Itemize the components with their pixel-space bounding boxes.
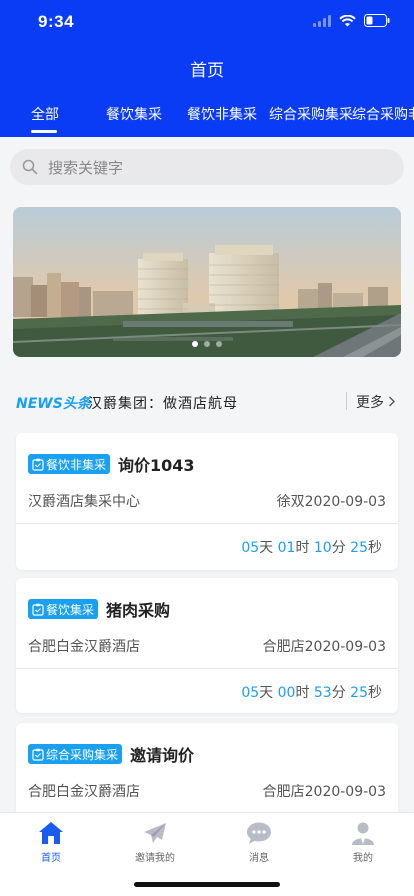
search-placeholder: 搜索关键字 <box>48 158 124 177</box>
clipboard-icon <box>32 603 44 616</box>
clipboard-icon <box>32 458 44 471</box>
card-organization: 合肥白金汉爵酒店 <box>28 784 140 800</box>
card-meta: 合肥店2020-09-03 <box>262 784 386 800</box>
carousel-dot[interactable] <box>204 341 210 347</box>
card-meta: 合肥店2020-09-03 <box>262 639 386 655</box>
status-icons <box>313 14 390 27</box>
card-header: 餐饮集采 猪肉采购 <box>28 597 170 621</box>
clipboard-icon <box>32 748 44 761</box>
card-info-row: 汉爵酒店集采中心 徐双2020-09-03 <box>28 491 386 511</box>
card-header: 综合采购集采 邀请询价 <box>28 742 194 766</box>
chevron-right-icon <box>389 396 396 407</box>
search-bar[interactable]: 搜索关键字 <box>10 149 404 185</box>
countdown-timer: 05天 01时 10分 25秒 <box>241 540 382 556</box>
tabbar-label: 消息 <box>249 853 269 864</box>
card-meta: 徐双2020-09-03 <box>276 494 386 510</box>
paper-plane-icon <box>144 823 166 843</box>
card-info-row: 合肥白金汉爵酒店 合肥店2020-09-03 <box>28 781 386 801</box>
wifi-icon <box>339 14 356 26</box>
card-divider <box>16 523 398 524</box>
news-more-link[interactable]: 更多 <box>356 392 396 412</box>
inquiry-card[interactable]: 餐饮集采 猪肉采购 合肥白金汉爵酒店 合肥店2020-09-03 05天 00时… <box>16 578 398 713</box>
page-title: 首页 <box>190 61 224 81</box>
news-divider <box>346 392 347 410</box>
carousel-dot[interactable] <box>216 341 222 347</box>
carousel-dots <box>13 341 401 347</box>
carousel-dot[interactable] <box>192 341 198 347</box>
tabbar-label: 首页 <box>41 853 61 864</box>
tab-general-non-central[interactable]: 综合采购非 <box>352 104 414 124</box>
status-time: 9:34 <box>38 12 75 31</box>
tabbar-invited[interactable]: 邀请我的 <box>110 819 200 864</box>
home-icon <box>39 822 63 844</box>
category-tag: 餐饮集采 <box>28 599 99 619</box>
card-title: 邀请询价 <box>130 746 195 765</box>
tabbar-label: 我的 <box>353 853 373 864</box>
tab-catering-central[interactable]: 餐饮集采 <box>106 104 162 124</box>
status-bar: 9:34 <box>0 0 414 44</box>
header: 9:34 首页 全部 餐饮集采 餐饮非集采 综合采购集采 综合采购非 <box>0 0 414 137</box>
tab-general-central[interactable]: 综合采购集采 <box>269 104 353 124</box>
news-logo: NEWS头条 <box>16 396 91 412</box>
category-tag: 综合采购集采 <box>28 744 123 764</box>
card-divider <box>16 668 398 669</box>
card-header: 餐饮非集采 询价1043 <box>28 452 195 476</box>
news-headline[interactable]: 汉爵集团：做酒店航母 <box>88 393 238 413</box>
hotel-banner-image <box>13 207 401 357</box>
search-icon <box>22 159 38 175</box>
tab-catering-non-central[interactable]: 餐饮非集采 <box>187 104 257 124</box>
inquiry-card[interactable]: 餐饮非集采 询价1043 汉爵酒店集采中心 徐双2020-09-03 05天 0… <box>16 433 398 570</box>
category-tag: 餐饮非集采 <box>28 454 111 474</box>
tab-all[interactable]: 全部 <box>31 104 59 124</box>
category-tabs: 全部 餐饮集采 餐饮非集采 综合采购集采 综合采购非 <box>0 100 414 136</box>
tabbar-home[interactable]: 首页 <box>6 819 96 864</box>
tabbar-label: 邀请我的 <box>135 853 175 864</box>
battery-icon <box>364 14 390 27</box>
card-info-row: 合肥白金汉爵酒店 合肥店2020-09-03 <box>28 636 386 656</box>
signal-icon <box>313 14 331 27</box>
active-tab-indicator <box>31 130 57 133</box>
card-organization: 汉爵酒店集采中心 <box>28 494 140 510</box>
home-indicator <box>134 882 280 887</box>
card-organization: 合肥白金汉爵酒店 <box>28 639 140 655</box>
card-title: 询价1043 <box>118 456 195 475</box>
chat-bubble-icon <box>247 822 271 844</box>
countdown-timer: 05天 00时 53分 25秒 <box>241 685 382 701</box>
tabbar-mine[interactable]: 我的 <box>318 819 408 864</box>
tabbar-messages[interactable]: 消息 <box>214 819 304 864</box>
banner-carousel[interactable] <box>13 207 401 357</box>
user-icon <box>352 822 374 845</box>
card-title: 猪肉采购 <box>106 601 171 620</box>
inquiry-card[interactable]: 综合采购集采 邀请询价 合肥白金汉爵酒店 合肥店2020-09-03 <box>16 723 398 823</box>
news-ticker[interactable]: NEWS头条 汉爵集团：做酒店航母 更多 <box>0 384 414 420</box>
